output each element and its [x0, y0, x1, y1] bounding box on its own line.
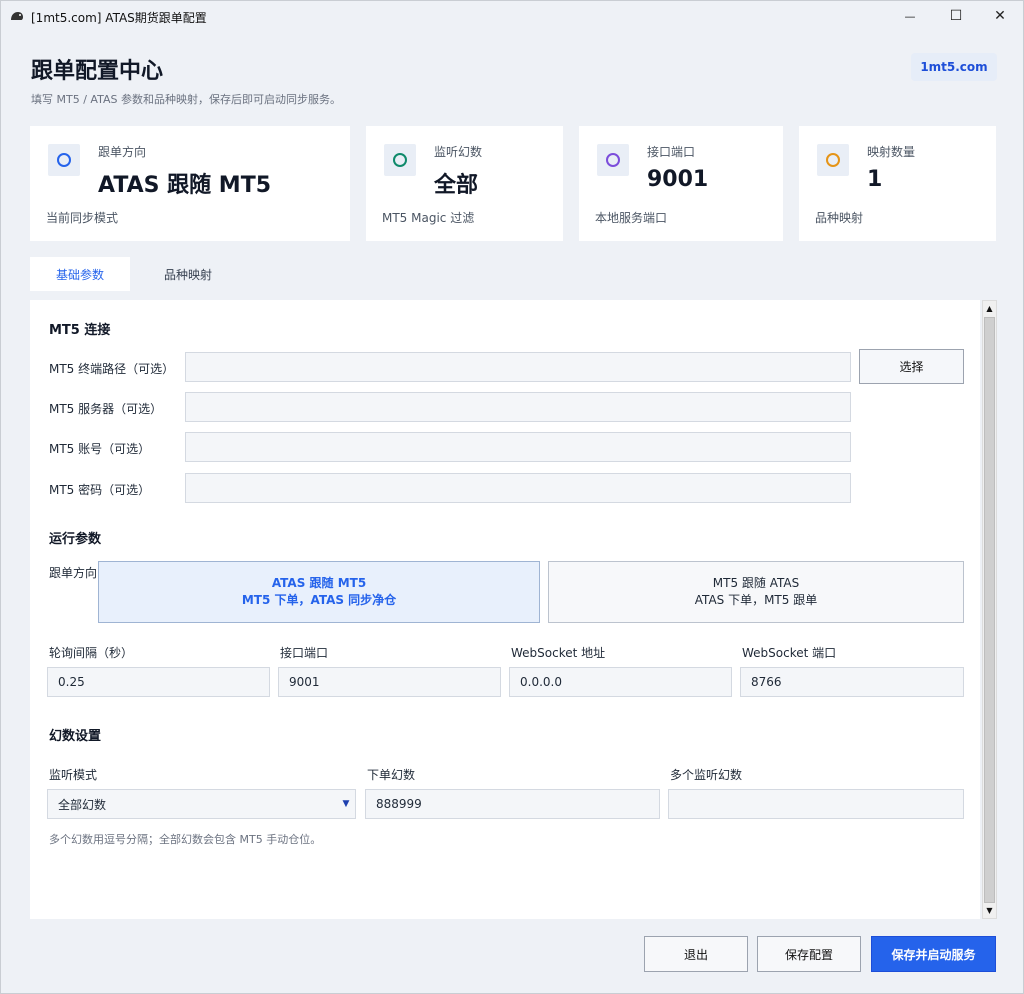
stat-foot: MT5 Magic 过滤 — [382, 211, 475, 225]
section-title-mt5: MT5 连接 — [49, 323, 111, 338]
mt5-server-input[interactable] — [185, 392, 851, 422]
save-and-start-button[interactable]: 保存并启动服务 — [871, 936, 996, 972]
mt5-account-label: MT5 账号（可选） — [49, 442, 151, 456]
ring-blue-icon — [48, 144, 80, 176]
api-port-input[interactable]: 9001 — [278, 667, 501, 697]
tab-basic-params[interactable]: 基础参数 — [30, 257, 130, 291]
mt5-password-input[interactable] — [185, 473, 851, 503]
direction-b-desc: ATAS 下单，MT5 跟单 — [694, 593, 818, 607]
ws-address-label: WebSocket 地址 — [511, 646, 606, 660]
listen-mode-label: 监听模式 — [49, 768, 98, 782]
stat-value: 1 — [867, 167, 883, 192]
stat-label: 跟单方向 — [98, 145, 147, 159]
stat-value: ATAS 跟随 MT5 — [98, 173, 272, 198]
ws-port-label: WebSocket 端口 — [742, 646, 837, 660]
stat-foot: 本地服务端口 — [595, 211, 668, 225]
stat-foot: 当前同步模式 — [46, 211, 119, 225]
multi-magic-input[interactable] — [668, 789, 964, 819]
direction-a-desc: MT5 下单，ATAS 同步净仓 — [241, 593, 397, 607]
section-title-runtime: 运行参数 — [49, 532, 102, 547]
stat-card-mapping: 映射数量 1 品种映射 — [799, 126, 996, 241]
minimize-button[interactable]: — — [887, 1, 933, 31]
panel-scrollbar[interactable]: ▲ ▼ — [982, 300, 997, 919]
window-title: [1mt5.com] ATAS期货跟单配置 — [31, 11, 207, 25]
mt5-password-label: MT5 密码（可选） — [49, 483, 151, 497]
ring-purple-icon — [597, 144, 629, 176]
api-port-label: 接口端口 — [280, 646, 329, 660]
close-button[interactable]: ✕ — [977, 1, 1023, 31]
save-config-button[interactable]: 保存配置 — [757, 936, 861, 972]
close-icon: ✕ — [994, 8, 1006, 24]
ws-port-input[interactable]: 8766 — [740, 667, 964, 697]
direction-a-title: ATAS 跟随 MT5 — [271, 576, 367, 590]
browse-button[interactable]: 选择 — [859, 349, 964, 384]
stat-card-direction: 跟单方向 ATAS 跟随 MT5 当前同步模式 — [30, 126, 350, 241]
stat-card-port: 接口端口 9001 本地服务端口 — [579, 126, 783, 241]
direction-b-title: MT5 跟随 ATAS — [712, 576, 800, 590]
exit-button[interactable]: 退出 — [644, 936, 748, 972]
scroll-up-icon[interactable]: ▲ — [983, 301, 996, 316]
scroll-down-icon[interactable]: ▼ — [983, 903, 996, 918]
stat-label: 接口端口 — [647, 145, 696, 159]
multi-magic-label: 多个监听幻数 — [670, 768, 743, 782]
direction-label: 跟单方向 — [49, 566, 98, 580]
brand-badge: 1mt5.com — [911, 53, 997, 81]
stat-foot: 品种映射 — [815, 211, 864, 225]
ring-orange-icon — [817, 144, 849, 176]
minimize-icon: — — [904, 9, 916, 23]
poll-interval-label: 轮询间隔（秒） — [49, 646, 134, 660]
listen-mode-value: 全部幻数 — [58, 797, 107, 812]
direction-atas-follow-mt5[interactable]: ATAS 跟随 MT5 MT5 下单，ATAS 同步净仓 — [98, 561, 540, 623]
maximize-button[interactable]: ☐ — [933, 1, 979, 31]
ws-address-input[interactable]: 0.0.0.0 — [509, 667, 732, 697]
direction-mt5-follow-atas[interactable]: MT5 跟随 ATAS ATAS 下单，MT5 跟单 — [548, 561, 964, 623]
stat-card-magic: 监听幻数 全部 MT5 Magic 过滤 — [366, 126, 563, 241]
page-title: 跟单配置中心 — [31, 59, 164, 84]
app-logo-icon — [11, 12, 23, 20]
poll-interval-input[interactable]: 0.25 — [47, 667, 270, 697]
mt5-server-label: MT5 服务器（可选） — [49, 402, 163, 416]
section-title-magic: 幻数设置 — [49, 729, 102, 744]
stat-value: 全部 — [434, 173, 479, 198]
settings-panel: MT5 连接 MT5 终端路径（可选） 选择 MT5 服务器（可选） MT5 账… — [30, 300, 980, 919]
magic-hint: 多个幻数用逗号分隔；全部幻数会包含 MT5 手动仓位。 — [49, 833, 322, 846]
app-window: [1mt5.com] ATAS期货跟单配置 — ☐ ✕ 跟单配置中心 填写 MT… — [0, 0, 1024, 994]
mt5-account-input[interactable] — [185, 432, 851, 462]
stat-label: 映射数量 — [867, 145, 916, 159]
mt5-path-label: MT5 终端路径（可选） — [49, 362, 175, 376]
order-magic-label: 下单幻数 — [367, 768, 416, 782]
title-bar: [1mt5.com] ATAS期货跟单配置 — ☐ ✕ — [1, 1, 1023, 31]
stat-label: 监听幻数 — [434, 145, 483, 159]
tab-symbol-mapping[interactable]: 品种映射 — [138, 257, 238, 291]
maximize-icon: ☐ — [949, 8, 963, 24]
scrollbar-thumb[interactable] — [984, 317, 995, 903]
stat-value: 9001 — [647, 167, 709, 192]
mt5-path-input[interactable] — [185, 352, 851, 382]
page-subtitle: 填写 MT5 / ATAS 参数和品种映射，保存后即可启动同步服务。 — [31, 93, 341, 106]
chevron-down-icon[interactable]: ▼ — [337, 790, 355, 818]
order-magic-input[interactable]: 888999 — [365, 789, 660, 819]
ring-green-icon — [384, 144, 416, 176]
listen-mode-select[interactable]: 全部幻数 ▼ — [47, 789, 356, 819]
